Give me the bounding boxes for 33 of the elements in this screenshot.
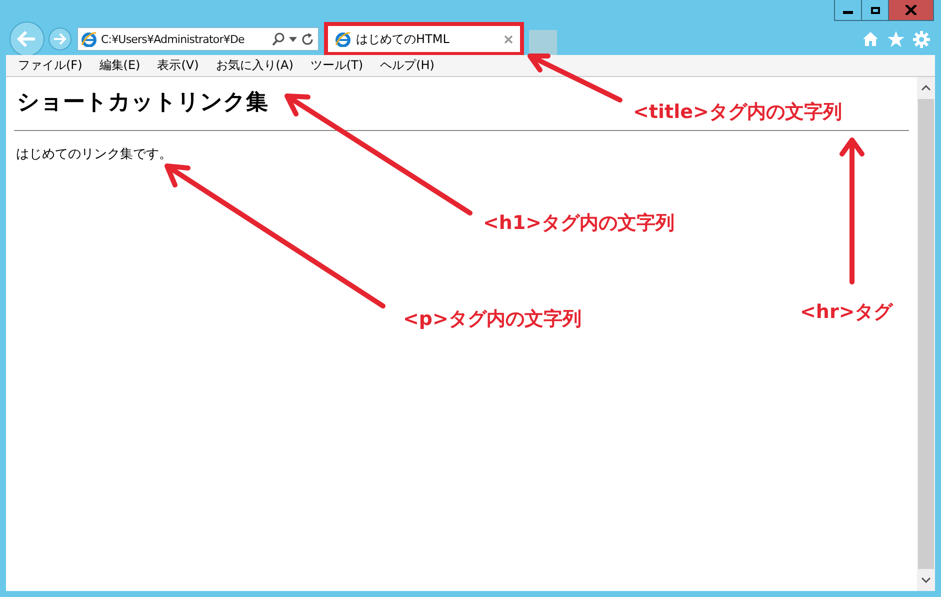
- scroll-down-icon[interactable]: [921, 577, 931, 583]
- annotation-label: <h1>タグ内の文字列: [483, 211, 675, 236]
- annotation-label: <p>タグ内の文字列: [403, 307, 582, 332]
- close-tab-icon[interactable]: [504, 34, 513, 44]
- menu-item[interactable]: ヘルプ(H): [380, 57, 434, 74]
- page-paragraph: はじめてのリンク集です。: [16, 146, 173, 163]
- browser-tab[interactable]: はじめてのHTML: [328, 26, 520, 52]
- menu-item[interactable]: お気に入り(A): [216, 57, 294, 74]
- address-bar[interactable]: C:¥Users¥Administrator¥De: [77, 27, 319, 51]
- minimize-button[interactable]: [834, 0, 862, 21]
- menu-item[interactable]: 編集(E): [99, 57, 140, 74]
- scrollbar[interactable]: [917, 77, 935, 591]
- refresh-icon[interactable]: [301, 32, 314, 46]
- forward-button[interactable]: [48, 27, 72, 51]
- star-icon[interactable]: [887, 30, 905, 48]
- scroll-up-icon[interactable]: [921, 85, 931, 91]
- back-button[interactable]: [9, 21, 45, 57]
- settings-icon[interactable]: [913, 30, 930, 48]
- page-heading: ショートカットリンク集: [17, 89, 268, 117]
- menu-item[interactable]: ツール(T): [310, 57, 364, 74]
- menu-item[interactable]: ファイル(F): [18, 57, 82, 74]
- dropdown-caret-icon[interactable]: [289, 36, 297, 42]
- scrollbar-thumb[interactable]: [918, 99, 934, 569]
- annotation-label: <title>タグ内の文字列: [633, 100, 842, 125]
- close-icon: [905, 5, 917, 15]
- annotation-label: <hr>タグ: [800, 300, 893, 325]
- search-icon[interactable]: [272, 32, 285, 46]
- menu-item[interactable]: 表示(V): [157, 57, 199, 74]
- browser-logo-icon: [81, 31, 97, 47]
- browser-logo-icon: [335, 31, 351, 47]
- new-tab-button[interactable]: [529, 30, 557, 56]
- home-icon[interactable]: [862, 31, 879, 47]
- close-button[interactable]: [888, 0, 934, 21]
